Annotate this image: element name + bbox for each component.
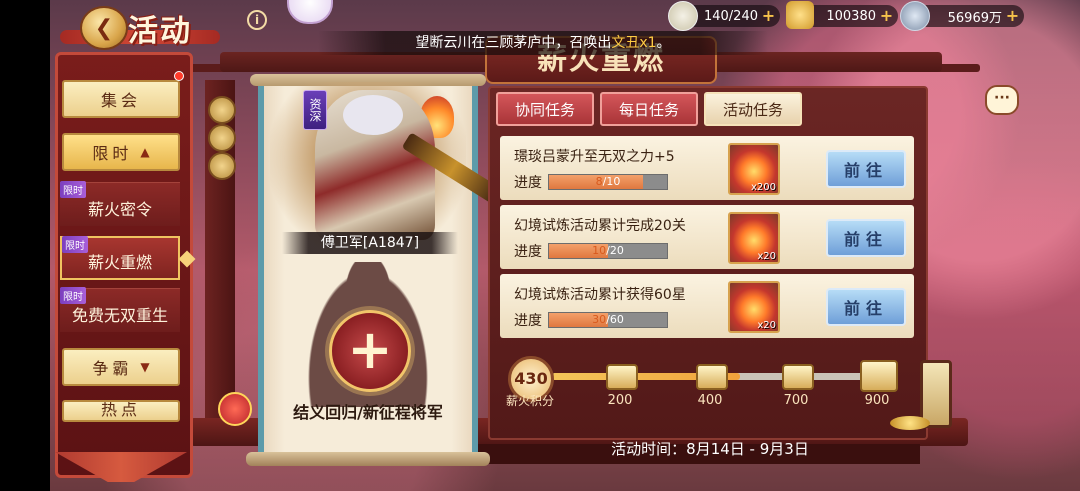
notice-highlight: 文丑x1 xyxy=(611,35,657,51)
jade-icon xyxy=(668,1,698,31)
coin-icon xyxy=(900,1,930,31)
back-arrow-icon: ❮ xyxy=(94,15,114,41)
recruit-label: 结义回归/新征程将军 xyxy=(293,403,443,422)
category-redian[interactable]: 热点 xyxy=(62,400,180,422)
resource-coin-value: 56969万 xyxy=(947,10,1002,26)
info-icon[interactable]: i xyxy=(247,10,267,30)
progress-label: 进度 xyxy=(514,313,542,329)
milestone-value: 900 xyxy=(864,393,890,408)
resource-coin: 56969万 + xyxy=(900,1,1024,31)
sidebar-item-free-rebirth[interactable]: 限时 免费无双重生 xyxy=(60,287,180,332)
category-jihui[interactable]: 集会 xyxy=(62,80,180,118)
back-button[interactable]: ❮ xyxy=(80,6,128,50)
limited-tag: 限时 xyxy=(62,236,88,253)
chest-icon[interactable] xyxy=(606,364,638,390)
coin-ornament-icon xyxy=(208,152,236,180)
milestone-value: 700 xyxy=(783,393,809,408)
progress-text: 10/20 xyxy=(592,244,624,257)
add-jade-button[interactable]: + xyxy=(761,8,776,24)
chevron-up-icon: ▲ xyxy=(140,145,150,159)
chest-icon[interactable] xyxy=(782,364,814,390)
progress-bar: 8/10 xyxy=(548,174,668,190)
sidebar-item-label: 薪火密令 xyxy=(87,199,152,219)
game-scene: ❮ 活动 i 140/240 + 100380 + 56969万 + 薪火重燃 … xyxy=(0,0,1080,491)
progress-bar: 30/60 xyxy=(548,312,668,328)
category-label: 集会 xyxy=(100,91,141,110)
hero-name: 傅卫军[A1847] xyxy=(282,232,458,254)
go-button[interactable]: 前往 xyxy=(826,288,906,326)
fire-reward-icon[interactable]: x20 xyxy=(728,281,780,333)
coin-ornament-icon xyxy=(208,96,236,124)
reward-count: x20 xyxy=(757,320,776,331)
reward-count: x20 xyxy=(757,251,776,262)
sidebar-item-xinhuo-chongran[interactable]: 限时 薪火重燃 xyxy=(60,236,180,280)
fire-reward-icon[interactable]: x20 xyxy=(728,212,780,264)
tab-daily-tasks[interactable]: 每日任务 xyxy=(600,92,698,126)
limited-tag: 限时 xyxy=(60,181,86,198)
letterbox xyxy=(0,0,50,491)
category-label: 限时 xyxy=(92,144,133,163)
notice-text: 望断云川在三顾茅庐中，召唤出 xyxy=(415,35,612,51)
sidebar-item-label: 免费无双重生 xyxy=(71,305,168,325)
resource-gold-value: 100380 xyxy=(826,8,876,24)
tab-event-tasks[interactable]: 活动任务 xyxy=(704,92,802,126)
broadcast-notice: 望断云川在三顾茅庐中，召唤出文丑x1。 xyxy=(318,31,768,55)
limited-tag: 限时 xyxy=(60,287,86,304)
go-button[interactable]: 前往 xyxy=(826,219,906,257)
resource-gold: 100380 + xyxy=(786,1,898,29)
add-coin-button[interactable]: + xyxy=(1005,8,1020,24)
milestone-value: 400 xyxy=(697,393,723,408)
hero-hair xyxy=(343,95,403,135)
category-label: 热点 xyxy=(100,400,141,419)
event-time: 活动时间：8月14日 - 9月3日 xyxy=(611,440,809,458)
progress-label: 进度 xyxy=(514,175,542,191)
resource-jade: 140/240 + xyxy=(668,1,780,31)
big-chest-icon[interactable] xyxy=(860,360,898,392)
coin-ornament-icon xyxy=(208,124,236,152)
score-label: 薪火积分 xyxy=(505,394,554,408)
chat-icon[interactable]: ··· xyxy=(985,85,1019,115)
add-general-button[interactable]: + xyxy=(329,310,411,392)
scroll-rod-bottom xyxy=(246,452,490,466)
progress-bar: 10/20 xyxy=(548,243,668,259)
task-title: 幻境试炼活动累计获得60星 xyxy=(514,287,686,303)
task-title: 璟琰吕蒙升至无双之力+5 xyxy=(514,149,675,165)
notice-suffix: 。 xyxy=(656,35,671,51)
task-row: 幻境试炼活动累计完成20关 进度 10/20 x20 前往 xyxy=(500,205,914,269)
page-title: 活动 xyxy=(128,14,192,49)
milestone-value: 200 xyxy=(607,393,633,408)
chevron-down-icon: ▼ xyxy=(140,360,150,374)
category-label: 争霸 xyxy=(92,359,133,378)
veteran-badge: 资深 xyxy=(303,90,327,130)
notification-dot xyxy=(174,71,184,81)
progress-text: 8/10 xyxy=(595,175,621,188)
fire-reward-icon[interactable]: x200 xyxy=(728,143,780,195)
chest-icon[interactable] xyxy=(696,364,728,390)
progress-label: 进度 xyxy=(514,244,542,260)
category-xianshi[interactable]: 限时 ▲ xyxy=(62,133,180,171)
go-button[interactable]: 前往 xyxy=(826,150,906,188)
reward-count: x200 xyxy=(750,182,776,193)
task-title: 幻境试炼活动累计完成20关 xyxy=(514,218,686,234)
progress-text: 30/60 xyxy=(592,313,624,326)
category-zhengba[interactable]: 争霸 ▼ xyxy=(62,348,180,386)
gold-coins-decoration xyxy=(890,416,930,430)
gold-ingot-icon xyxy=(786,1,814,29)
resource-jade-value: 140/240 xyxy=(703,8,758,24)
add-gold-button[interactable]: + xyxy=(879,8,894,24)
task-row: 璟琰吕蒙升至无双之力+5 进度 8/10 x200 前往 xyxy=(500,136,914,200)
lucky-bag-icon[interactable] xyxy=(218,392,252,426)
task-row: 幻境试炼活动累计获得60星 进度 30/60 x20 前往 xyxy=(500,274,914,338)
tab-cooperative-tasks[interactable]: 协同任务 xyxy=(496,92,594,126)
sidebar-item-xinhuo-miling[interactable]: 限时 薪火密令 xyxy=(60,181,180,226)
sidebar-item-label: 薪火重燃 xyxy=(87,253,152,272)
